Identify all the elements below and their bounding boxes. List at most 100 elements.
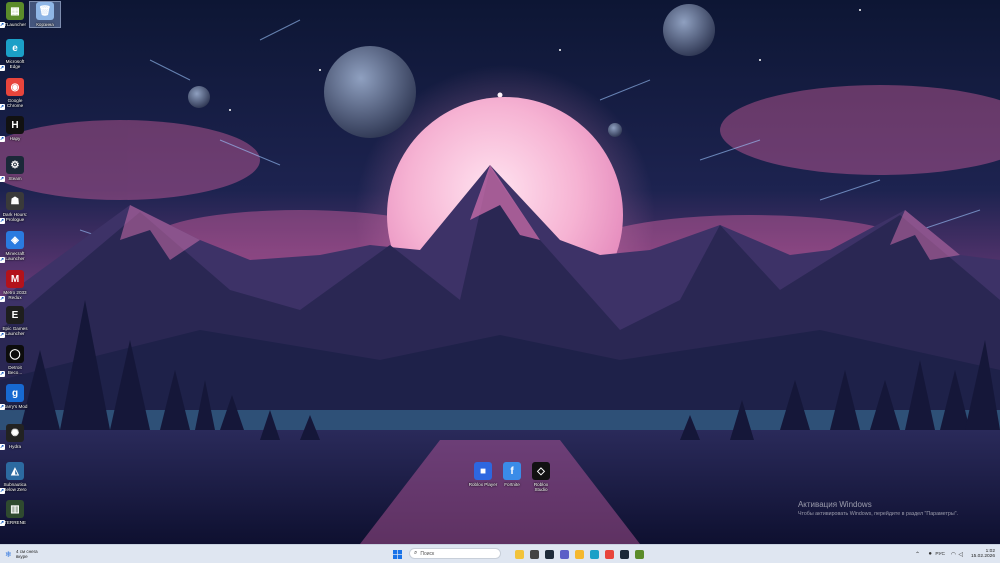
tray-chevron-icon[interactable]: ⌃: [915, 547, 920, 561]
windows-logo-icon: [392, 549, 402, 559]
desktop-icon-epic-games[interactable]: E ↗ Epic Games Launcher: [0, 306, 30, 338]
desktop-icon-chrome[interactable]: ◉ ↗ Google Chrome: [0, 78, 30, 110]
wifi-icon[interactable]: ◠: [951, 547, 956, 561]
desktop-icon-terrene[interactable]: ▥ ↗ TERRENE: [0, 500, 30, 527]
shortcut-arrow-icon: ↗: [0, 217, 5, 224]
activation-subtitle: Чтобы активировать Windows, перейдите в …: [797, 511, 958, 517]
desktop-icon-dark-hours[interactable]: ☗ ↗ Dark Hours: Prologue: [0, 192, 30, 224]
metro-icon: M: [6, 270, 24, 288]
desktop-icon-label: Google Chrome: [6, 98, 24, 109]
minecraft-icon: ◈: [6, 231, 24, 249]
search-placeholder: Поиск: [420, 550, 435, 557]
shortcut-arrow-icon: ↗: [0, 370, 5, 377]
activation-title: Активация Windows: [797, 500, 872, 509]
folder-icon: [574, 549, 584, 559]
file-explorer-icon: [514, 549, 524, 559]
taskbar-app-chrome[interactable]: [603, 547, 615, 561]
desktop-icon-recycle-bin[interactable]: 🗑 Корзина: [29, 0, 61, 29]
roblox-player-icon: ■: [474, 462, 492, 480]
tlauncher-icon: ▦: [6, 2, 24, 20]
shortcut-arrow-icon: ↗: [0, 64, 5, 71]
steam-icon: ⚙: [6, 156, 24, 174]
volume-icon[interactable]: ◁: [958, 547, 963, 561]
taskbar-app-teams[interactable]: [558, 547, 570, 561]
desktop-icon-hydra[interactable]: ✺ ↗ Hydra: [0, 424, 30, 451]
task-view-icon: [529, 549, 539, 559]
detroit-icon: ◯: [6, 345, 24, 363]
desktop-icon-tlauncher[interactable]: ▦ ↗ TLauncher: [0, 2, 30, 29]
desktop-icon-hapy[interactable]: H ↗ Нару: [0, 116, 30, 143]
minecraft-taskbar-icon: [634, 549, 644, 559]
hydra-icon: ✺: [6, 424, 24, 442]
fortnite-icon: f: [503, 462, 521, 480]
tray-app-icon[interactable]: ●: [928, 547, 932, 561]
desktop-icon-label: Нару: [9, 136, 21, 141]
desktop-icon-label: Fortnite: [504, 482, 520, 487]
taskbar-app-edge[interactable]: [588, 547, 600, 561]
clock[interactable]: 1:02 15.02.2026: [965, 547, 995, 561]
language-indicator[interactable]: РУС: [935, 547, 945, 561]
shortcut-arrow-icon: ↗: [0, 444, 5, 451]
desktop-icon-label: Hydra: [8, 444, 22, 449]
edge-taskbar-icon: [589, 549, 599, 559]
desktop-icon-subnautica[interactable]: ◭ ↗ Subnautica Below Zero: [0, 462, 30, 494]
snow-weather-icon: ❄: [5, 550, 12, 559]
roblox-studio-icon: ◇: [532, 462, 550, 480]
desktop-icon-fortnite[interactable]: f Fortnite: [497, 462, 527, 487]
desktop-icon-label: Roblox Player: [468, 482, 498, 487]
desktop-icon-label: Epic Games Launcher: [2, 326, 28, 337]
terrene-icon: ▥: [6, 500, 24, 518]
shortcut-arrow-icon: ↗: [0, 331, 5, 338]
recycle-bin-icon: 🗑: [36, 2, 54, 20]
shortcut-arrow-icon: ↗: [0, 176, 5, 183]
desktop-icon-label: Steam: [8, 176, 22, 181]
taskbar-app-steam[interactable]: [618, 547, 630, 561]
shortcut-arrow-icon: ↗: [0, 256, 5, 263]
shortcut-arrow-icon: ↗: [0, 487, 5, 494]
weather-desc: вкуре: [16, 554, 28, 559]
desktop-icon-minecraft[interactable]: ◈ ↗ Minecraft Launcher: [0, 231, 30, 263]
desktop-icon-label: Subnautica Below Zero: [3, 482, 27, 493]
shortcut-arrow-icon: ↗: [0, 22, 5, 29]
subnautica-icon: ◭: [6, 462, 24, 480]
desktop-icon-garrys-mod[interactable]: g ↗ Garry's Mod: [0, 384, 30, 411]
desktop-icon-roblox-studio[interactable]: ◇ Roblox Studio: [526, 462, 556, 493]
dark-hours-icon: ☗: [6, 192, 24, 210]
hapy-icon: H: [6, 116, 24, 134]
taskbar: ❄ 4 см снега вкуре ⌕ Поиск ⌃ ● РУС ◠ ◁ 1…: [0, 544, 1000, 563]
teams-icon: [559, 549, 569, 559]
shortcut-arrow-icon: ↗: [0, 103, 5, 110]
desktop-icon-detroit[interactable]: ◯ ↗ Detroit Beco...: [0, 345, 30, 377]
chrome-taskbar-icon: [604, 549, 614, 559]
desktop-icon-roblox-player[interactable]: ■ Roblox Player: [468, 462, 498, 487]
weather-widget[interactable]: ❄ 4 см снега вкуре: [5, 547, 53, 561]
epic-games-icon: E: [6, 306, 24, 324]
desktop-icon-label: Metro 2033 Redux: [3, 290, 27, 301]
desktop-icon-metro[interactable]: M ↗ Metro 2033 Redux: [0, 270, 30, 302]
garrys-mod-icon: g: [6, 384, 24, 402]
desktop-icon-label: Корзина: [36, 22, 54, 27]
clock-date: 15.02.2026: [970, 554, 995, 559]
desktop-icon-edge[interactable]: e ↗ Microsoft Edge: [0, 39, 30, 71]
steam-taskbar-icon: [619, 549, 629, 559]
desktop-icon-label: Roblox Studio: [533, 482, 549, 493]
taskbar-app-minecraft[interactable]: [633, 547, 645, 561]
taskbar-app-task-view[interactable]: [528, 547, 540, 561]
taskbar-search-box[interactable]: ⌕ Поиск: [409, 548, 501, 559]
taskbar-app-folder[interactable]: [573, 547, 585, 561]
start-button[interactable]: [391, 547, 403, 561]
desktop-icon-label: Microsoft Edge: [5, 59, 25, 70]
shortcut-arrow-icon: ↗: [0, 295, 5, 302]
desktop-icon-label: Dark Hours: Prologue: [2, 212, 28, 223]
desktop-icon-label: Garry's Mod: [2, 404, 28, 409]
taskbar-app-explorer[interactable]: [513, 547, 525, 561]
taskbar-app-photos[interactable]: [543, 547, 555, 561]
shortcut-arrow-icon: ↗: [0, 136, 5, 143]
desktop-icon-label: TLauncher: [4, 22, 26, 27]
shortcut-arrow-icon: ↗: [0, 520, 5, 527]
search-icon: ⌕: [414, 550, 418, 556]
windows-activation-watermark: Активация Windows Чтобы активировать Win…: [798, 500, 958, 517]
desktop-icon-label: Detroit Beco...: [7, 365, 23, 376]
chrome-icon: ◉: [6, 78, 24, 96]
desktop-icon-steam[interactable]: ⚙ ↗ Steam: [0, 156, 30, 183]
